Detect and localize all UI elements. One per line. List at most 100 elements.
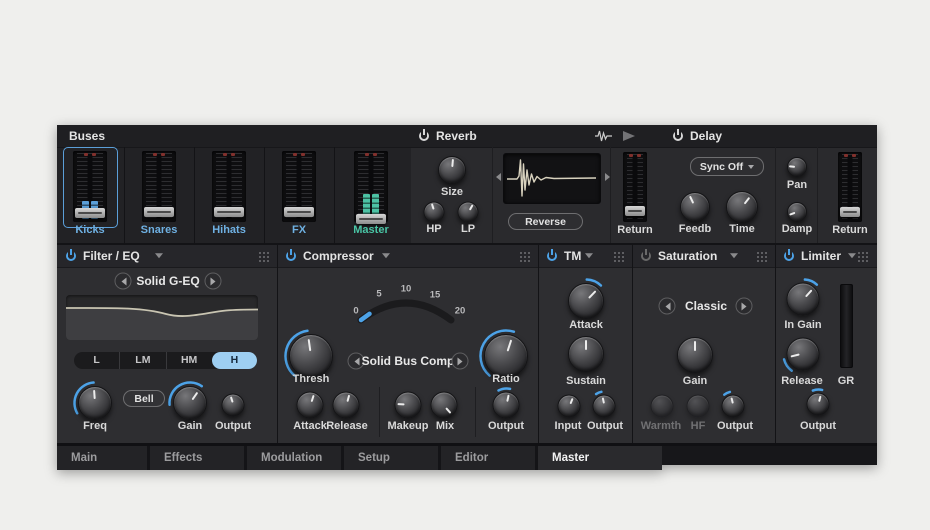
compressor-attack-knob[interactable]: [297, 392, 324, 419]
comp-preset-name[interactable]: Solid Bus Comp: [362, 354, 455, 368]
compressor-ratio-knob[interactable]: [484, 334, 528, 378]
delay-feedback-knob[interactable]: [680, 192, 710, 222]
saturation-preset-prev-button[interactable]: [659, 298, 676, 315]
fader-handle[interactable]: [144, 207, 174, 217]
tab-effects[interactable]: Effects: [150, 446, 244, 470]
fader-handle[interactable]: [840, 207, 860, 217]
delay-pan-knob[interactable]: [787, 157, 807, 177]
compressor-release-knob[interactable]: [333, 392, 360, 419]
limiter-gr-meter: [840, 284, 853, 368]
limiter-output-knob[interactable]: [807, 393, 830, 416]
eq-preset-next-button[interactable]: [205, 273, 222, 290]
saturation-power-button[interactable]: [640, 250, 652, 262]
saturation-warmth-knob[interactable]: [651, 395, 674, 418]
desktop: { "buses": {"title": "Buses", "channels"…: [0, 0, 930, 530]
tm-attack-label: Attack: [569, 319, 603, 331]
knob-pointer: [421, 199, 447, 225]
eq-shape-button[interactable]: Bell: [123, 390, 165, 407]
saturation-output-knob[interactable]: [722, 395, 745, 418]
delay-sync-dropdown[interactable]: Sync Off: [690, 157, 764, 176]
delay-power-button[interactable]: [672, 130, 684, 142]
fader-handle[interactable]: [214, 207, 244, 217]
impulse-waveform: [504, 154, 600, 203]
compressor-power-button[interactable]: [285, 250, 297, 262]
eq-freq-knob[interactable]: [78, 386, 112, 420]
eq-band-lm[interactable]: LM: [119, 352, 165, 369]
tm-dropdown-caret[interactable]: [585, 253, 593, 262]
channel-label-kicks[interactable]: Kicks: [75, 224, 104, 236]
reverb-power-button[interactable]: [418, 130, 430, 142]
compressor-makeup-knob[interactable]: [395, 392, 422, 419]
tm-output-knob[interactable]: [593, 395, 616, 418]
reverb-waveform-icon[interactable]: [595, 130, 612, 142]
reverb-return-fader[interactable]: [623, 152, 647, 222]
tab-modulation[interactable]: Modulation: [247, 446, 341, 470]
tab-setup[interactable]: Setup: [344, 446, 438, 470]
delay-time-knob[interactable]: [726, 191, 758, 223]
delay-damp-knob[interactable]: [787, 202, 807, 222]
compressor-dropdown-caret[interactable]: [382, 253, 390, 262]
tab-editor[interactable]: Editor: [441, 446, 535, 470]
tm-power-button[interactable]: [546, 250, 558, 262]
fader-handle[interactable]: [356, 214, 386, 224]
fader-handle[interactable]: [75, 208, 105, 218]
eq-preset-name[interactable]: Solid G-EQ: [136, 274, 199, 288]
filter-eq-drag-handle-icon[interactable]: [259, 252, 261, 254]
comp-preset-next-button[interactable]: [452, 353, 469, 370]
saturation-drag-handle-icon[interactable]: [757, 252, 759, 254]
saturation-gain-knob[interactable]: [677, 337, 713, 373]
eq-band-h[interactable]: H: [212, 352, 257, 369]
limiter-dropdown-caret[interactable]: [848, 253, 856, 262]
channel-label-fx[interactable]: FX: [292, 224, 306, 236]
reverb-ramp-icon[interactable]: [623, 131, 640, 141]
filter-eq-power-button[interactable]: [65, 250, 77, 262]
tab-master[interactable]: Master: [538, 446, 662, 470]
limiter-release-knob[interactable]: [787, 338, 820, 371]
channel-fader-hihats[interactable]: [212, 151, 246, 222]
channel-label-hihats[interactable]: Hihats: [212, 224, 246, 236]
tab-main[interactable]: Main: [57, 446, 147, 470]
compressor-output-knob[interactable]: [493, 392, 520, 419]
reverb-lp-knob[interactable]: [458, 202, 479, 223]
eq-gain-knob[interactable]: [173, 386, 207, 420]
limiter-in-gain-knob[interactable]: [787, 283, 820, 316]
waveform-prev-arrow[interactable]: [492, 173, 501, 181]
eq-output-knob[interactable]: [222, 394, 245, 417]
saturation-hf-knob[interactable]: [687, 395, 710, 418]
eq-preset-prev-button[interactable]: [115, 273, 132, 290]
channel-label-master[interactable]: Master: [353, 224, 388, 236]
waveform-next-arrow[interactable]: [605, 173, 614, 181]
knob-pointer: [675, 187, 715, 227]
reverb-hp-knob[interactable]: [424, 202, 445, 223]
saturation-preset-name[interactable]: Classic: [685, 299, 727, 313]
fader-handle[interactable]: [625, 206, 645, 216]
compressor-drag-handle-icon[interactable]: [520, 252, 522, 254]
reverse-button[interactable]: Reverse: [508, 213, 583, 230]
eq-band-l[interactable]: L: [74, 352, 119, 369]
knob-pointer: [77, 385, 113, 421]
delay-return-fader[interactable]: [838, 152, 862, 222]
filter-eq-dropdown-caret[interactable]: [155, 253, 163, 262]
limiter-drag-handle-icon[interactable]: [858, 252, 860, 254]
clip-indicator: [373, 153, 377, 156]
channel-fader-snares[interactable]: [142, 151, 176, 222]
channel-fader-master[interactable]: [354, 151, 388, 222]
fader-handle[interactable]: [284, 207, 314, 217]
tm-drag-handle-icon[interactable]: [614, 252, 616, 254]
compressor-mix-knob[interactable]: [431, 392, 458, 419]
channel-label-snares[interactable]: Snares: [141, 224, 178, 236]
eq-band-hm[interactable]: HM: [166, 352, 212, 369]
tm-attack-knob[interactable]: [568, 283, 604, 319]
saturation-warmth-label: Warmth: [641, 420, 682, 432]
channel-fader-kicks[interactable]: [73, 151, 107, 222]
saturation-preset-next-button[interactable]: [736, 298, 753, 315]
eq-curve-display[interactable]: [66, 295, 258, 340]
saturation-dropdown-caret[interactable]: [730, 253, 738, 262]
tm-sustain-knob[interactable]: [568, 336, 604, 372]
limiter-power-button[interactable]: [783, 250, 795, 262]
reverb-size-knob[interactable]: [438, 156, 466, 184]
tm-input-knob[interactable]: [558, 395, 581, 418]
channel-fader-fx[interactable]: [282, 151, 316, 222]
compressor-thresh-knob[interactable]: [289, 334, 333, 378]
gauge-tick-0: 0: [353, 306, 358, 317]
